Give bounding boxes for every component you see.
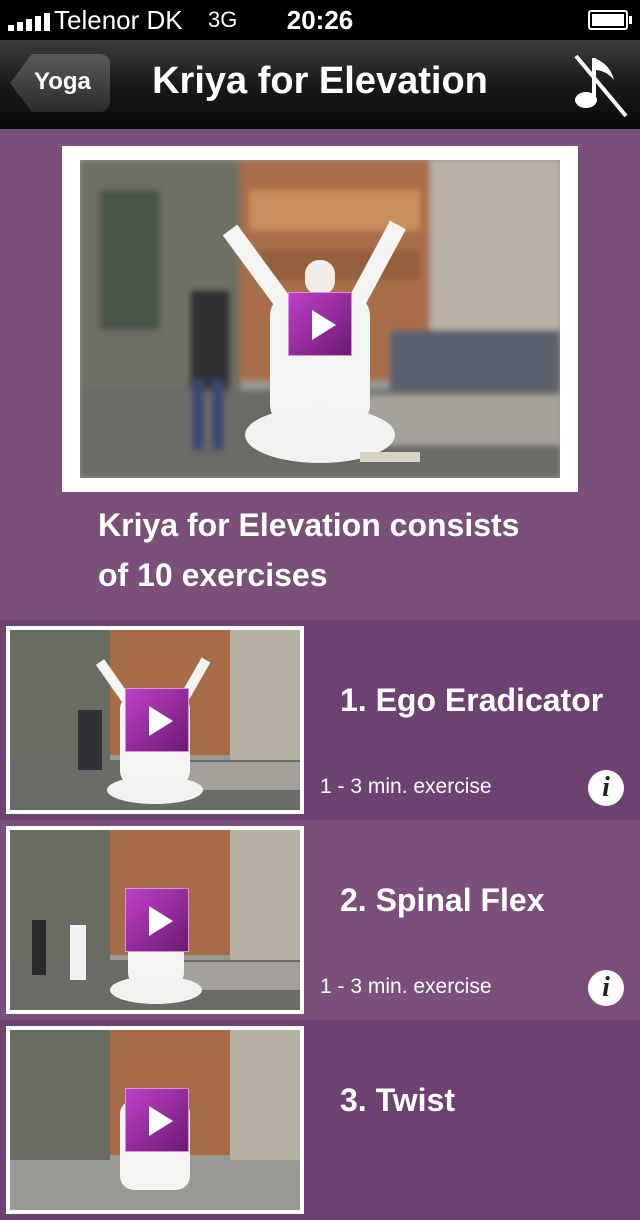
play-icon[interactable] <box>288 292 352 356</box>
exercise-photo <box>10 630 300 810</box>
play-icon[interactable] <box>125 1088 189 1152</box>
navigation-bar: Yoga Kriya for Elevation <box>0 40 640 129</box>
exercise-photo <box>10 830 300 1010</box>
music-toggle-button[interactable] <box>570 50 630 120</box>
exercise-thumbnail[interactable] <box>6 826 304 1014</box>
exercise-thumbnail[interactable] <box>6 1026 304 1214</box>
status-bar: Telenor DK 3G 20:26 <box>0 0 640 40</box>
hero-video-thumbnail[interactable] <box>62 146 578 492</box>
exercise-title: 2. Spinal Flex <box>340 882 545 918</box>
exercise-title: 1. Ego Eradicator <box>340 682 604 718</box>
hero-photo <box>80 160 560 478</box>
info-icon[interactable]: i <box>588 970 624 1006</box>
exercise-row[interactable]: 2. Spinal Flex 1 - 3 min. exercise i <box>0 820 640 1020</box>
exercise-row[interactable]: 3. Twist <box>0 1020 640 1220</box>
program-description: Kriya for Elevation consists of 10 exerc… <box>98 507 520 593</box>
exercise-duration: 1 - 3 min. exercise <box>320 775 492 798</box>
info-icon[interactable]: i <box>588 770 624 806</box>
music-off-icon <box>574 54 628 118</box>
page-title: Kriya for Elevation <box>152 60 488 102</box>
exercise-photo <box>10 1030 300 1210</box>
exercise-thumbnail[interactable] <box>6 626 304 814</box>
battery-icon <box>588 10 632 30</box>
exercise-row[interactable]: 1. Ego Eradicator 1 - 3 min. exercise i <box>0 620 640 820</box>
clock: 20:26 <box>286 5 354 35</box>
play-icon[interactable] <box>125 688 189 752</box>
exercise-duration: 1 - 3 min. exercise <box>320 975 492 998</box>
play-icon[interactable] <box>125 888 189 952</box>
exercise-title: 3. Twist <box>340 1082 455 1118</box>
